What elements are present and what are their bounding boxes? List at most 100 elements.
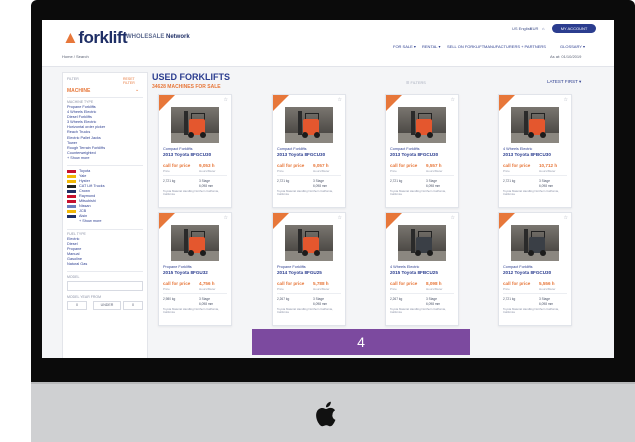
- year-under-select[interactable]: UNDER: [93, 301, 121, 310]
- brand-item-mitsubishi[interactable]: Mitsubishi: [67, 199, 96, 203]
- dealer-name[interactable]: Toyota Material Handling Northern Califo…: [390, 307, 454, 315]
- machine-name-link[interactable]: 2013 Toyota 8FGCU30: [277, 152, 325, 157]
- nissan-logo-icon: [67, 204, 76, 208]
- divider: [390, 175, 454, 176]
- hours-label: Hours/Meter: [426, 287, 443, 291]
- brand-item-hyster[interactable]: Hyster: [67, 179, 90, 183]
- filter-label: FILTER: [67, 77, 79, 81]
- machine-name-link[interactable]: 2015 Toyota 8FGU32: [163, 270, 208, 275]
- machine-type-item[interactable]: Electric Pallet Jacks: [67, 136, 105, 141]
- results-count: 34628 MACHINES FOR SALE: [152, 84, 221, 90]
- nav-for-sale[interactable]: FOR SALE ▾: [393, 44, 416, 49]
- brand-item-cat[interactable]: CAT Lift Trucks: [67, 184, 105, 188]
- machine-select[interactable]: MACHINE: [67, 88, 90, 94]
- nav-manufacturers[interactable]: MANUFACTURERS + PARTNERS: [484, 44, 546, 49]
- favorite-star-icon[interactable]: ☆: [564, 97, 568, 103]
- home-icon[interactable]: ⌂: [542, 26, 544, 31]
- favorite-star-icon[interactable]: ☆: [451, 97, 455, 103]
- nav-glossary[interactable]: GLOSSARY ▾: [560, 44, 585, 49]
- machine-name-link[interactable]: 2012 Toyota 8FGCU30: [503, 270, 551, 275]
- hours-label: Hours/Meter: [199, 287, 216, 291]
- forklift-photo[interactable]: [511, 107, 559, 143]
- favorite-star-icon[interactable]: ☆: [451, 215, 455, 221]
- capacity: 2,980 kg: [163, 297, 176, 301]
- nav-rental[interactable]: RENTAL ▾: [422, 44, 440, 49]
- dealer-name[interactable]: Toyota Material Handling Northern Califo…: [503, 307, 567, 315]
- forklift-logo[interactable]: ▲forklift: [62, 28, 128, 48]
- listing-card[interactable]: ☆ Propane Forklifts 2015 Toyota 8FGU32 call…: [158, 212, 232, 326]
- listing-card[interactable]: ☆ Compact Forklifts 2012 Toyota 8FGCU30 cal…: [498, 212, 572, 326]
- hours-label: Hours/Meter: [426, 169, 443, 173]
- forklift-photo[interactable]: [285, 107, 333, 143]
- raymond-logo-icon: [67, 194, 76, 198]
- brand-item-toyota[interactable]: Toyota: [67, 169, 90, 173]
- mast-stage: 3 Stage: [426, 179, 437, 183]
- forklift-photo[interactable]: [398, 225, 446, 261]
- forklift-photo[interactable]: [171, 225, 219, 261]
- brand-item-aisin[interactable]: Aisin: [67, 214, 87, 218]
- forklift-photo[interactable]: [171, 107, 219, 143]
- hours-label: Hours/Meter: [539, 287, 556, 291]
- favorite-star-icon[interactable]: ☆: [338, 215, 342, 221]
- machine-type-list: Propane Forklifts 4 Wheels Electric Dies…: [67, 105, 105, 161]
- brand-item-nissan[interactable]: Nissan: [67, 204, 91, 208]
- favorite-star-icon[interactable]: ☆: [564, 215, 568, 221]
- mast-stage: 3 Stage: [199, 297, 210, 301]
- hours-label: Hours/Meter: [313, 287, 330, 291]
- hours: 5,556 h: [539, 281, 555, 286]
- sort-select[interactable]: LATEST FIRST ▾: [547, 79, 581, 85]
- my-account-button[interactable]: MY ACCOUNT: [552, 24, 596, 33]
- favorite-star-icon[interactable]: ☆: [338, 97, 342, 103]
- nav-sell[interactable]: SELL ON FORKLIFT: [447, 44, 484, 49]
- show-more-brands-link[interactable]: + Show more: [67, 219, 101, 223]
- brand-item-raymond[interactable]: Raymond: [67, 194, 95, 198]
- listing-card[interactable]: ☆ 4 Wheels Electric 2015 Toyota 8FBCU25 cal…: [385, 212, 459, 326]
- listing-card[interactable]: ☆ 4 Wheels Electric 2013 Toyota 8FBCU30 cal…: [498, 94, 572, 208]
- forklift-photo[interactable]: [285, 225, 333, 261]
- favorite-star-icon[interactable]: ☆: [224, 97, 228, 103]
- filters-toggle[interactable]: ☰ FILTERS: [406, 80, 426, 85]
- hours-label: Hours/Meter: [539, 169, 556, 173]
- aisin-logo-icon: [67, 214, 76, 218]
- brand-item-yale[interactable]: Yale: [67, 174, 86, 178]
- currency-select[interactable]: EUR: [530, 26, 538, 31]
- price: call for price: [277, 163, 305, 168]
- year-from-select[interactable]: 0: [67, 301, 87, 310]
- price-label: Price: [163, 287, 170, 291]
- machine-name-link[interactable]: 2013 Toyota 8FGCU30: [163, 152, 211, 157]
- listing-card[interactable]: ☆ Compact Forklifts 2013 Toyota 8FGCU30 cal…: [272, 94, 346, 208]
- divider: [163, 293, 227, 294]
- machine-type: Propane Forklifts: [277, 265, 306, 269]
- year-to-select[interactable]: 0: [123, 301, 143, 310]
- dealer-name[interactable]: Toyota Material Handling Northern Califo…: [163, 307, 227, 315]
- forklift-photo[interactable]: [511, 225, 559, 261]
- listing-card[interactable]: ☆ Compact Forklifts 2013 Toyota 8FGCU30 cal…: [158, 94, 232, 208]
- dealer-name[interactable]: Toyota Material Handling Northern Califo…: [277, 307, 341, 315]
- dealer-name[interactable]: Toyota Material Handling Northern Califo…: [277, 189, 341, 197]
- dealer-name[interactable]: Toyota Material Handling Northern Califo…: [163, 189, 227, 197]
- language-select[interactable]: US English: [512, 26, 532, 31]
- machine-type: Propane Forklifts: [163, 265, 192, 269]
- reset-filter-link[interactable]: RESET FILTER: [123, 77, 147, 85]
- show-more-link[interactable]: + Show more: [67, 156, 105, 161]
- favorite-star-icon[interactable]: ☆: [224, 215, 228, 221]
- brand-item-crown[interactable]: Crown: [67, 189, 90, 193]
- forklift-photo[interactable]: [398, 107, 446, 143]
- dealer-name[interactable]: Toyota Material Handling Northern Califo…: [503, 189, 567, 197]
- model-input[interactable]: [67, 281, 143, 291]
- dealer-name[interactable]: Toyota Material Handling Northern Califo…: [390, 189, 454, 197]
- chevron-down-icon[interactable]: ⌄: [135, 87, 139, 93]
- machine-name-link[interactable]: 2013 Toyota 8FBCU30: [503, 152, 551, 157]
- brand-item-jcb[interactable]: JCB: [67, 209, 86, 213]
- capacity: 2,721 kg: [390, 179, 403, 183]
- machine-name-link[interactable]: 2013 Toyota 8FGCU30: [390, 152, 438, 157]
- breadcrumb[interactable]: Home / Search: [62, 54, 89, 59]
- divider: [67, 97, 143, 98]
- fuel-item[interactable]: Natural Gas: [67, 262, 87, 267]
- listing-card[interactable]: ☆ Propane Forklifts 2014 Toyota 8FGU25 call…: [272, 212, 346, 326]
- machine-name-link[interactable]: 2015 Toyota 8FBCU25: [390, 270, 438, 275]
- apple-logo-icon: [316, 401, 336, 427]
- listing-card[interactable]: ☆ Compact Forklifts 2013 Toyota 8FGCU30 cal…: [385, 94, 459, 208]
- pagination-current-page[interactable]: 4: [252, 329, 470, 355]
- machine-name-link[interactable]: 2014 Toyota 8FGU25: [277, 270, 322, 275]
